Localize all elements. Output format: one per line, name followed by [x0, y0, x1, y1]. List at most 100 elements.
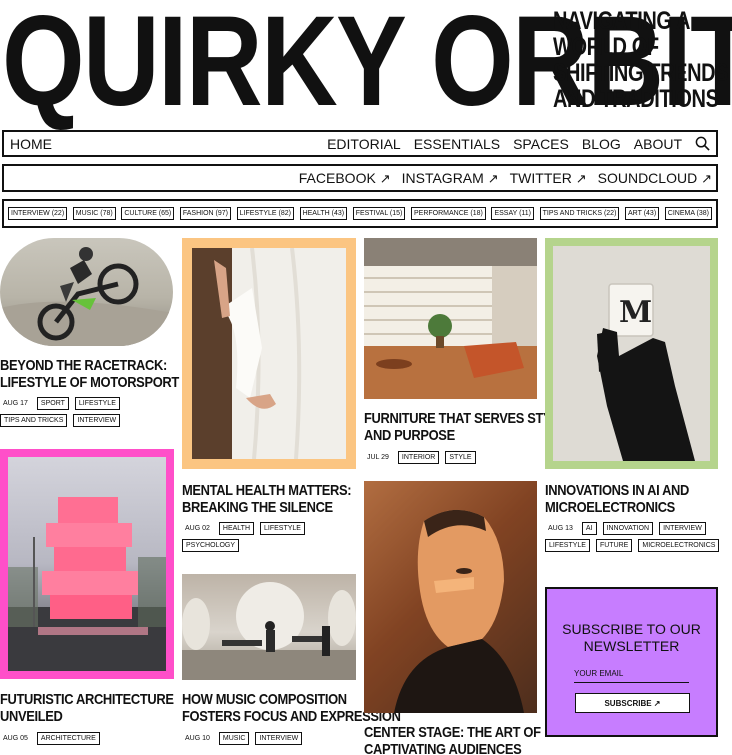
- center-stage-image[interactable]: [364, 481, 537, 713]
- nav-home[interactable]: HOME: [10, 136, 52, 152]
- title-line: CENTER STAGE: THE ART OF: [364, 724, 541, 741]
- tag-festival[interactable]: FESTIVAL (15): [352, 207, 406, 220]
- title-line: MICROELECTRONICS: [545, 499, 675, 516]
- post-date: AUG 17: [3, 400, 28, 407]
- tag-cinema[interactable]: CINEMA (38): [664, 207, 712, 220]
- post-title-center-stage[interactable]: CENTER STAGE: THE ART OF CAPTIVATING AUD…: [364, 724, 541, 755]
- chip-lifestyle[interactable]: LIFESTYLE: [545, 539, 590, 552]
- social-facebook[interactable]: FACEBOOK ↗: [299, 170, 391, 187]
- social-label: TWITTER: [509, 169, 572, 186]
- post-meta-furniture: JUL 29 INTERIOR STYLE: [364, 451, 539, 464]
- post-title-furniture[interactable]: FURNITURE THAT SERVES STYLE AND PURPOSE: [364, 410, 567, 444]
- chip-health[interactable]: HEALTH: [218, 522, 255, 535]
- svg-text:M: M: [619, 295, 652, 330]
- site-logo[interactable]: QUIRKY ORBIT: [2, 0, 732, 126]
- subscribe-button[interactable]: SUBSCRIBE ↗: [575, 693, 690, 713]
- chip-sport[interactable]: SPORT: [36, 397, 69, 410]
- title-line: BEYOND THE RACETRACK:: [0, 357, 167, 374]
- tag-performance[interactable]: PERFORMANCE (18): [410, 207, 486, 220]
- chip-architecture[interactable]: ARCHITECTURE: [36, 732, 100, 745]
- studio-illustration: [182, 582, 356, 680]
- social-soundcloud[interactable]: SOUNDCLOUD ↗: [598, 170, 712, 187]
- main-nav: HOME EDITORIAL ESSENTIALS SPACES BLOG AB…: [2, 130, 718, 157]
- nav-links: EDITORIAL ESSENTIALS SPACES BLOG ABOUT: [327, 136, 710, 152]
- tag-music[interactable]: MUSIC (78): [72, 207, 116, 220]
- pink-building-illustration: [8, 497, 166, 671]
- tag-culture[interactable]: CULTURE (65): [121, 207, 175, 220]
- motorbike-rider-illustration: [0, 247, 173, 346]
- tag-fashion[interactable]: FASHION (97): [179, 207, 231, 220]
- arrow-up-right-icon: ↗: [487, 170, 499, 186]
- title-line: AND PURPOSE: [364, 427, 455, 444]
- post-meta-mental-health: AUG 02 HEALTH LIFESTYLE PSYCHOLOGY: [182, 522, 357, 552]
- social-label: FACEBOOK: [298, 169, 376, 186]
- tag-essay[interactable]: ESSAY (11): [491, 207, 535, 220]
- category-tags-nav: INTERVIEW (22) MUSIC (78) CULTURE (65) F…: [2, 199, 718, 228]
- tag-health[interactable]: HEALTH (43): [299, 207, 348, 220]
- post-meta-architecture: AUG 05 ARCHITECTURE: [0, 732, 175, 745]
- social-twitter[interactable]: TWITTER ↗: [510, 170, 587, 187]
- tag-art[interactable]: ART (43): [625, 207, 660, 220]
- chip-interview[interactable]: INTERVIEW: [659, 522, 706, 535]
- interior-illustration: [364, 238, 537, 399]
- chip-ai[interactable]: AI: [581, 522, 597, 535]
- post-title-mental-health[interactable]: MENTAL HEALTH MATTERS: BREAKING THE SILE…: [182, 482, 352, 516]
- title-line: BREAKING THE SILENCE: [182, 499, 333, 516]
- title-line: UNVEILED: [0, 708, 63, 725]
- chip-psychology[interactable]: PSYCHOLOGY: [182, 539, 240, 552]
- social-nav: FACEBOOK ↗ INSTAGRAM ↗ TWITTER ↗ SOUNDCL…: [2, 164, 718, 192]
- post-date: AUG 10: [185, 735, 210, 742]
- nav-spaces[interactable]: SPACES: [513, 136, 569, 152]
- nav-editorial[interactable]: EDITORIAL: [327, 136, 401, 152]
- music-studio-image[interactable]: [182, 574, 356, 680]
- architecture-image[interactable]: [0, 449, 174, 679]
- post-meta-ai: AUG 13 AI INNOVATION INTERVIEW LIFESTYLE…: [545, 522, 720, 552]
- title-line: FURNITURE THAT SERVES STYLE: [364, 410, 568, 427]
- newsletter-title-line: SUBSCRIBE TO OUR: [562, 621, 701, 637]
- post-date: AUG 05: [3, 735, 28, 742]
- search-icon[interactable]: [695, 136, 710, 151]
- social-instagram[interactable]: INSTAGRAM ↗: [402, 170, 499, 187]
- post-title-ai[interactable]: INNOVATIONS IN AI AND MICROELECTRONICS: [545, 482, 689, 516]
- post-date: JUL 29: [367, 454, 389, 461]
- title-line: CAPTIVATING AUDIENCES: [364, 741, 522, 755]
- chip-innovation[interactable]: INNOVATION: [602, 522, 654, 535]
- arrow-up-right-icon: ↗: [379, 170, 391, 186]
- social-label: SOUNDCLOUD: [597, 169, 698, 186]
- tag-tips-and-tricks[interactable]: TIPS AND TRICKS (22): [539, 207, 620, 220]
- post-meta-music: AUG 10 MUSIC INTERVIEW: [182, 732, 357, 745]
- ai-chip-image[interactable]: M: [545, 238, 718, 469]
- post-title-architecture[interactable]: FUTURISTIC ARCHITECTURE UNVEILED: [0, 691, 174, 725]
- chip-future[interactable]: FUTURE: [595, 539, 633, 552]
- chip-microelectronics[interactable]: MICROELECTRONICS: [638, 539, 720, 552]
- furniture-image[interactable]: [364, 238, 537, 399]
- chip-interview[interactable]: INTERVIEW: [73, 414, 121, 427]
- motorsport-image[interactable]: [0, 238, 173, 346]
- nav-blog[interactable]: BLOG: [582, 136, 621, 152]
- title-line: INNOVATIONS IN AI AND: [545, 482, 689, 499]
- post-date: AUG 13: [548, 525, 573, 532]
- chip-tips-and-tricks[interactable]: TIPS AND TRICKS: [0, 414, 68, 427]
- chip-music[interactable]: MUSIC: [218, 732, 250, 745]
- chip-interview[interactable]: INTERVIEW: [255, 732, 303, 745]
- tagline-line: WORLD OF: [553, 33, 659, 61]
- nav-essentials[interactable]: ESSENTIALS: [414, 136, 500, 152]
- portrait-illustration: [364, 481, 537, 713]
- email-field[interactable]: [574, 679, 689, 683]
- newsletter-box: SUBSCRIBE TO OUR NEWSLETTER YOUR EMAIL S…: [545, 587, 718, 737]
- chip-style[interactable]: STYLE: [445, 451, 476, 464]
- tag-interview[interactable]: INTERVIEW (22): [8, 207, 68, 220]
- mental-health-image[interactable]: [182, 238, 356, 469]
- chip-lifestyle[interactable]: LIFESTYLE: [260, 522, 305, 535]
- title-line: LIFESTYLE OF MOTORSPORT: [0, 374, 179, 391]
- site-tagline: NAVIGATING A WORLD OF SHIFTING TRENDS AN…: [553, 8, 729, 112]
- nav-about[interactable]: ABOUT: [634, 136, 682, 152]
- title-line: FUTURISTIC ARCHITECTURE: [0, 691, 174, 708]
- chip-lifestyle[interactable]: LIFESTYLE: [74, 397, 120, 410]
- chip-interior[interactable]: INTERIOR: [397, 451, 440, 464]
- arrow-up-right-icon: ↗: [575, 170, 587, 186]
- tag-lifestyle[interactable]: LIFESTYLE (82): [236, 207, 294, 220]
- arrow-up-right-icon: ↗: [701, 170, 712, 186]
- post-title-motorsport[interactable]: BEYOND THE RACETRACK: LIFESTYLE OF MOTOR…: [0, 357, 179, 391]
- post-meta-motorsport: AUG 17 SPORT LIFESTYLE TIPS AND TRICKS I…: [0, 397, 175, 427]
